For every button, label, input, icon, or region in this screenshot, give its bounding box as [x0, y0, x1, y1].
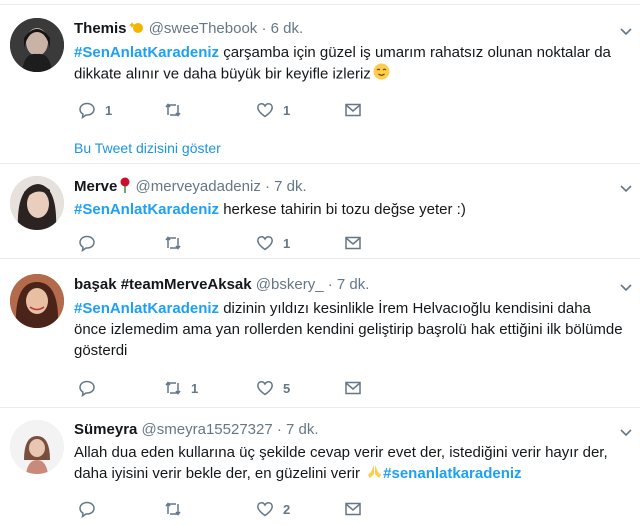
praying-hands-icon — [366, 463, 383, 485]
like-count: 1 — [283, 235, 291, 251]
like-button[interactable]: 1 — [256, 101, 290, 119]
tweet-header: Themis @sweeThebook · 6 dk. — [74, 20, 303, 38]
heart-icon — [257, 102, 273, 118]
avatar[interactable] — [10, 176, 64, 230]
avatar[interactable] — [10, 18, 64, 72]
reply-button[interactable] — [78, 379, 105, 397]
retweet-icon — [165, 381, 181, 395]
envelope-icon — [345, 502, 361, 516]
heart-icon — [257, 501, 273, 517]
tweet-actions: 1 1 — [74, 101, 474, 121]
hashtag-link[interactable]: #senanlatkaradeniz — [383, 465, 521, 482]
relieved-face-icon — [373, 63, 390, 86]
direct-message-button[interactable] — [344, 500, 362, 518]
direct-message-button[interactable] — [344, 101, 362, 119]
like-button[interactable]: 2 — [256, 500, 290, 518]
avatar-image — [10, 18, 64, 72]
tweet-item[interactable]: Sümeyra @smeyra15527327 · 7 dk. Allah du… — [0, 408, 640, 526]
like-button[interactable]: 5 — [256, 379, 290, 397]
chevron-down-icon[interactable] — [620, 25, 632, 37]
retweet-button[interactable] — [164, 500, 191, 518]
user-handle[interactable]: @sweeThebook — [149, 20, 258, 37]
direct-message-button[interactable] — [344, 379, 362, 397]
like-count: 5 — [283, 380, 291, 396]
chevron-down-icon[interactable] — [620, 426, 632, 438]
user-handle[interactable]: @merveyadadeniz — [136, 178, 261, 195]
retweet-icon — [165, 502, 181, 516]
avatar-image — [10, 274, 64, 328]
chevron-down-icon[interactable] — [620, 281, 632, 293]
retweet-button[interactable]: 1 — [164, 379, 198, 397]
reply-button[interactable]: 1 — [78, 101, 112, 119]
tweet-feed: Themis @sweeThebook · 6 dk. #SenAnlatKar… — [0, 0, 640, 526]
like-count: 2 — [283, 501, 291, 517]
rose-icon — [119, 177, 131, 197]
timestamp[interactable]: · 6 dk. — [261, 20, 303, 37]
reply-icon — [79, 102, 95, 119]
timestamp[interactable]: · 7 dk. — [265, 178, 307, 195]
tweet-actions: 2 — [74, 500, 474, 520]
heart-icon — [257, 380, 273, 396]
timestamp[interactable]: · 7 dk. — [277, 421, 319, 438]
hashtag-link[interactable]: #SenAnlatKaradeniz — [74, 44, 219, 61]
tweet-text: #SenAnlatKaradeniz dizinin yıldızı kesin… — [74, 298, 626, 361]
sparkle-icon — [128, 20, 145, 38]
timestamp[interactable]: · 7 dk. — [328, 276, 370, 293]
tweet-header: Merve @merveyadadeniz · 7 dk. — [74, 177, 307, 197]
display-name[interactable]: Sümeyra — [74, 421, 137, 438]
tweet-header: Sümeyra @smeyra15527327 · 7 dk. — [74, 421, 319, 438]
retweet-icon — [165, 103, 181, 117]
display-name[interactable]: Merve — [74, 178, 117, 195]
avatar[interactable] — [10, 420, 64, 474]
chevron-down-icon[interactable] — [620, 182, 632, 194]
reply-button[interactable] — [78, 234, 105, 252]
show-thread-link[interactable]: Bu Tweet dizisini göster — [74, 140, 221, 156]
tweet-item[interactable]: Merve @merveyadadeniz · 7 dk. #SenAnlatK… — [0, 164, 640, 259]
tweet-text: #SenAnlatKaradeniz herkese tahirin bi to… — [74, 199, 626, 220]
tweet-text: #SenAnlatKaradeniz çarşamba için güzel i… — [74, 42, 626, 86]
tweet-text: Allah dua eden kullarına üç şekilde ceva… — [74, 442, 626, 485]
tweet-item[interactable]: Themis @sweeThebook · 6 dk. #SenAnlatKar… — [0, 5, 640, 164]
user-handle[interactable]: @smeyra15527327 — [142, 421, 273, 438]
tweet-actions: 1 — [74, 234, 474, 254]
envelope-icon — [345, 236, 361, 250]
reply-icon — [79, 501, 95, 518]
hashtag-link[interactable]: #SenAnlatKaradeniz — [74, 201, 219, 218]
like-button[interactable]: 1 — [256, 234, 290, 252]
retweet-icon — [165, 236, 181, 250]
heart-icon — [257, 235, 273, 251]
reply-button[interactable] — [78, 500, 105, 518]
tweet-item[interactable]: başak #teamMerveAksak @bskery_ · 7 dk. #… — [0, 259, 640, 408]
reply-count: 1 — [105, 102, 113, 118]
retweet-count: 1 — [191, 380, 199, 396]
tweet-actions: 1 5 — [74, 379, 474, 399]
envelope-icon — [345, 381, 361, 395]
retweet-button[interactable] — [164, 234, 191, 252]
reply-icon — [79, 380, 95, 397]
avatar-image — [10, 420, 64, 474]
tweet-body-text: Allah dua eden kullarına üç şekilde ceva… — [74, 444, 608, 482]
display-name[interactable]: Themis — [74, 20, 127, 37]
retweet-button[interactable] — [164, 101, 191, 119]
avatar[interactable] — [10, 274, 64, 328]
hashtag-link[interactable]: #SenAnlatKaradeniz — [74, 300, 219, 317]
display-name[interactable]: başak #teamMerveAksak — [74, 276, 252, 293]
envelope-icon — [345, 103, 361, 117]
like-count: 1 — [283, 102, 291, 118]
user-handle[interactable]: @bskery_ — [256, 276, 324, 293]
tweet-body-text: herkese tahirin bi tozu değse yeter :) — [219, 201, 466, 218]
avatar-image — [10, 176, 64, 230]
direct-message-button[interactable] — [344, 234, 362, 252]
reply-icon — [79, 235, 95, 252]
tweet-header: başak #teamMerveAksak @bskery_ · 7 dk. — [74, 276, 369, 293]
